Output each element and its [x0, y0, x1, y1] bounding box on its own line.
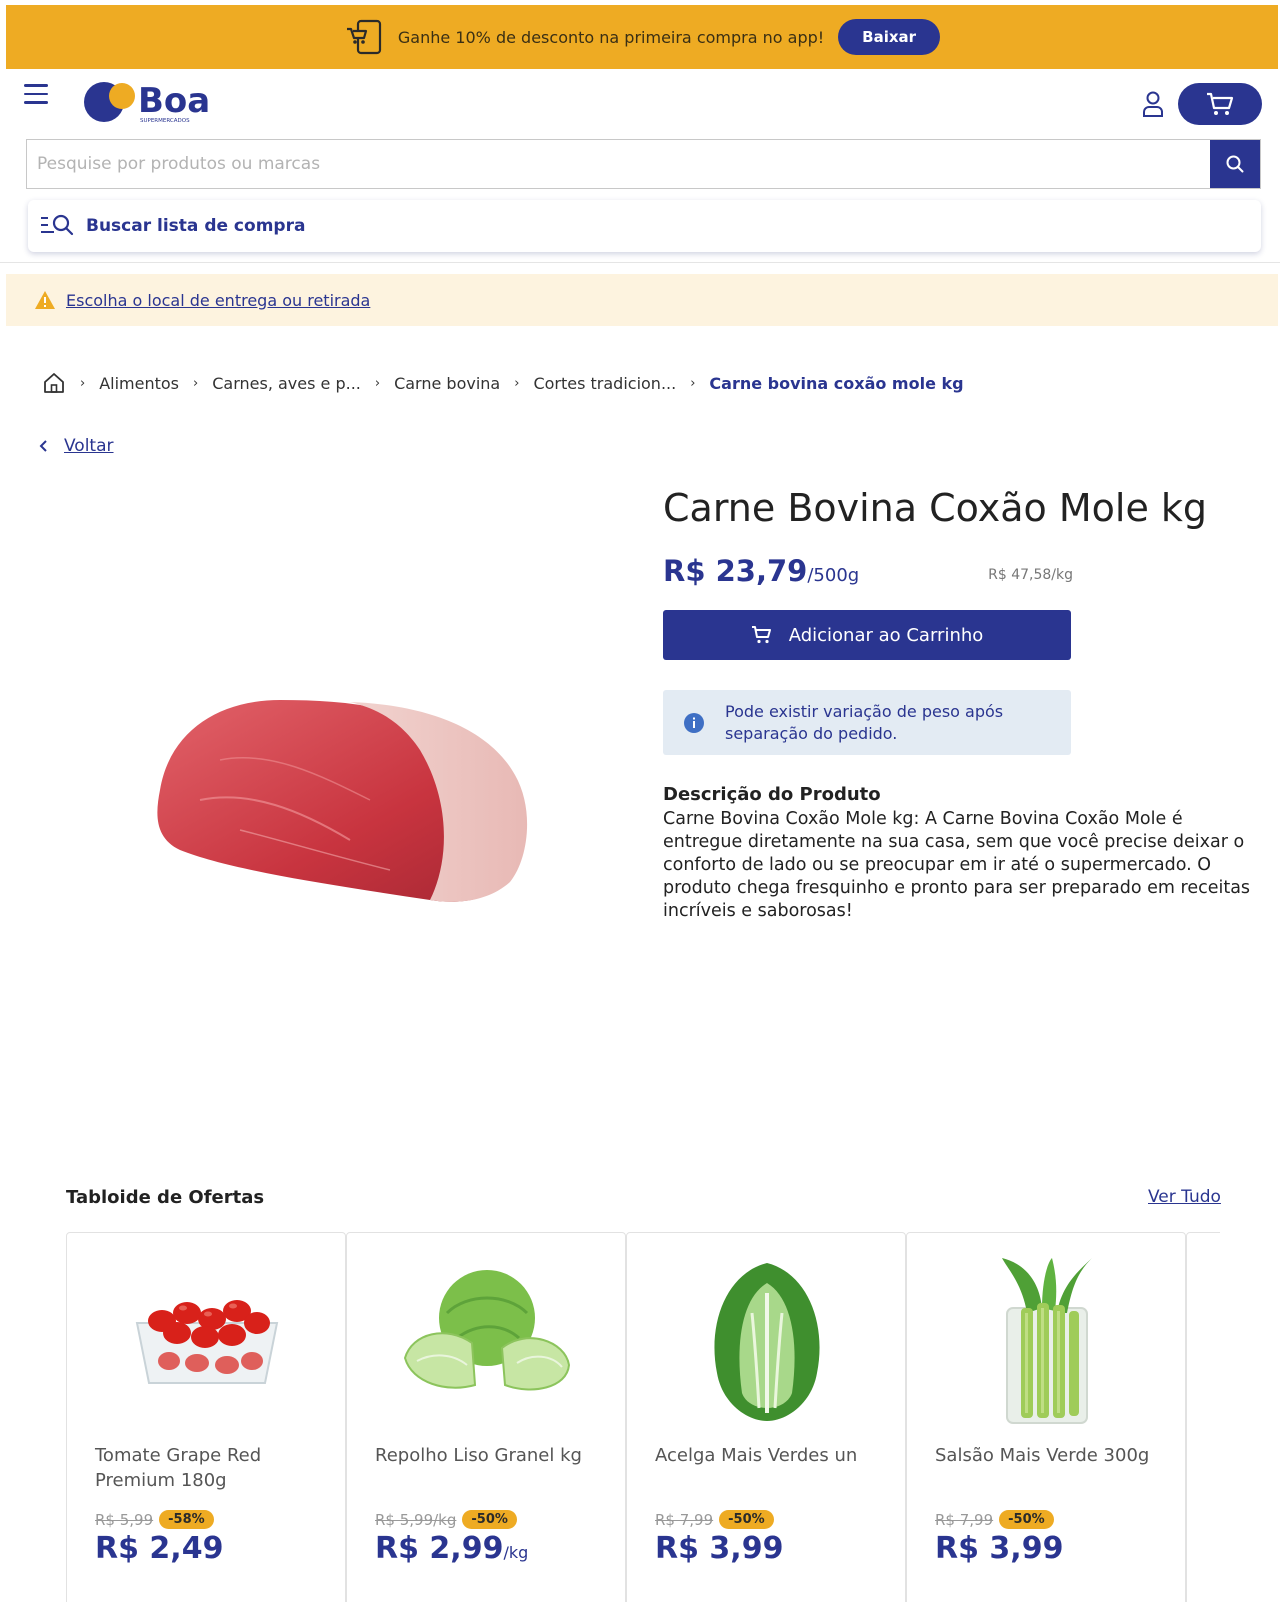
divider: [0, 262, 1280, 263]
list-search-label: Buscar lista de compra: [86, 216, 306, 236]
chevron-right-icon: ›: [690, 375, 696, 391]
description-text: Carne Bovina Coxão Mole kg: A Carne Bovi…: [663, 809, 1251, 921]
offers-carousel: Tomate Grape Red Premium 180g R$ 5,99 -5…: [66, 1232, 1220, 1602]
header: Boa SUPERMERCADOS: [0, 70, 1280, 132]
cart-button[interactable]: [1178, 83, 1262, 125]
back-link[interactable]: Voltar: [38, 436, 114, 456]
list-search-icon: [41, 214, 74, 236]
add-to-cart-button[interactable]: Adicionar ao Carrinho: [663, 610, 1071, 660]
product-card-old-price: R$ 5,99: [95, 1510, 154, 1529]
price-row: R$ 23,79/500g R$ 47,58/kg: [663, 554, 1073, 594]
product-card-old-price: R$ 7,99: [935, 1510, 994, 1529]
boa-logo[interactable]: Boa SUPERMERCADOS: [82, 76, 212, 126]
product-card[interactable]: [1186, 1232, 1220, 1602]
download-app-button[interactable]: Baixar: [838, 19, 941, 55]
chevron-right-icon: ›: [193, 375, 199, 391]
shopping-list-search-button[interactable]: Buscar lista de compra: [28, 200, 1261, 252]
promo-banner: Ganhe 10% de desconto na primeira compra…: [6, 5, 1278, 69]
product-card-old-price-row: R$ 5,99/kg -50%: [375, 1510, 517, 1529]
product-card-old-price-row: R$ 7,99 -50%: [935, 1510, 1054, 1529]
product-card-name: Repolho Liso Granel kg: [375, 1445, 582, 1466]
see-all-link[interactable]: Ver Tudo: [1148, 1187, 1221, 1207]
discount-badge: -58%: [159, 1510, 214, 1529]
breadcrumb-current: Carne bovina coxão mole kg: [709, 373, 964, 393]
discount-badge: -50%: [719, 1510, 774, 1529]
weight-notice: Pode existir variação de peso após separ…: [663, 690, 1071, 755]
logo-text: Boa: [138, 81, 210, 121]
product-card[interactable]: Tomate Grape Red Premium 180g R$ 5,99 -5…: [66, 1232, 346, 1602]
product-card-old-price-row: R$ 7,99 -50%: [655, 1510, 774, 1529]
breadcrumb: › Alimentos › Carnes, aves e p... › Carn…: [42, 369, 964, 397]
info-icon: [684, 712, 704, 733]
product-card-old-price: R$ 7,99: [655, 1510, 714, 1529]
product-card-price-row: R$ 2,99/kg: [375, 1531, 528, 1566]
product-image-meat: [157, 700, 528, 902]
search-button[interactable]: [1210, 140, 1260, 188]
logo-subtext: SUPERMERCADOS: [140, 118, 190, 124]
product-price: R$ 23,79: [663, 554, 808, 588]
chevron-right-icon: ›: [374, 375, 381, 391]
product-card-price: R$ 3,99: [655, 1531, 784, 1566]
user-icon[interactable]: [1140, 90, 1166, 118]
product-card-old-price: R$ 5,99/kg: [375, 1510, 457, 1529]
search-input[interactable]: [27, 140, 1210, 188]
product-card-name: Tomate Grape Red Premium 180g: [95, 1445, 262, 1491]
choose-location-link[interactable]: Escolha o local de entrega ou retirada: [66, 291, 370, 310]
product-card-price-row: R$ 3,99: [935, 1531, 1063, 1566]
product-card-price: R$ 2,49: [95, 1531, 224, 1566]
chevron-left-icon: [39, 440, 47, 452]
discount-badge: -50%: [999, 1510, 1054, 1529]
product-image-tomato: [135, 1300, 279, 1384]
product-card-price-row: R$ 3,99: [655, 1531, 783, 1566]
chevron-right-icon: ›: [514, 375, 520, 391]
breadcrumb-item[interactable]: Carne bovina: [394, 374, 500, 393]
product-card-price-row: R$ 2,49: [95, 1531, 223, 1566]
cart-icon: [751, 626, 771, 644]
price-per-kg: R$ 47,58/kg: [988, 567, 1073, 583]
product-card[interactable]: Salsão Mais Verde 300g R$ 7,99 -50% R$ 3…: [906, 1232, 1186, 1602]
offers-title: Tabloide de Ofertas: [66, 1187, 265, 1208]
search-bar: [26, 139, 1261, 189]
breadcrumb-item[interactable]: Cortes tradicion...: [533, 374, 676, 393]
product-price-unit: /500g: [807, 565, 860, 586]
discount-badge: -50%: [462, 1510, 517, 1529]
product-card-price: R$ 2,99: [375, 1531, 504, 1566]
add-to-cart-label: Adicionar ao Carrinho: [788, 624, 984, 646]
menu-icon[interactable]: [24, 84, 48, 106]
product-title: Carne Bovina Coxão Mole kg: [663, 486, 1208, 530]
promo-text: Ganhe 10% de desconto na primeira compra…: [397, 27, 825, 47]
product-card-unit: /kg: [503, 1543, 529, 1562]
product-card-price: R$ 3,99: [935, 1531, 1064, 1566]
breadcrumb-item[interactable]: Alimentos: [99, 374, 179, 393]
description-title: Descrição do Produto: [663, 784, 881, 805]
location-banner: Escolha o local de entrega ou retirada: [6, 274, 1278, 326]
product-card-name: Acelga Mais Verdes un: [655, 1445, 858, 1466]
product-card[interactable]: Repolho Liso Granel kg R$ 5,99/kg -50% R…: [346, 1232, 626, 1602]
phone-cart-icon: [346, 19, 382, 55]
product-image-cabbage: [403, 1270, 571, 1391]
cart-icon: [1207, 92, 1234, 115]
weight-notice-text: Pode existir variação de peso após separ…: [725, 701, 1004, 743]
product-card-old-price-row: R$ 5,99 -58%: [95, 1510, 214, 1529]
breadcrumb-item[interactable]: Carnes, aves e p...: [212, 374, 361, 393]
warning-icon: [35, 291, 55, 309]
product-image-chard: [714, 1263, 820, 1421]
home-icon[interactable]: [42, 371, 66, 395]
search-icon: [1226, 155, 1244, 173]
back-label: Voltar: [64, 436, 114, 456]
product-image-celery: [1002, 1258, 1092, 1424]
product-card-name: Salsão Mais Verde 300g: [935, 1445, 1150, 1466]
chevron-right-icon: ›: [80, 375, 86, 391]
product-card[interactable]: Acelga Mais Verdes un R$ 7,99 -50% R$ 3,…: [626, 1232, 906, 1602]
